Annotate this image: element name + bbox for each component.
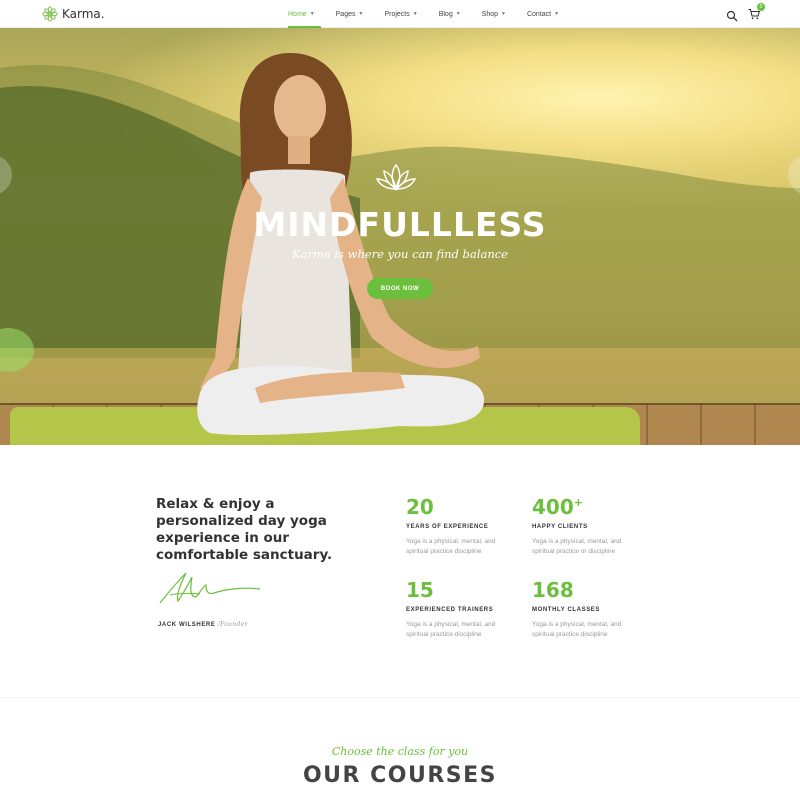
nav-label: Blog: [438, 10, 453, 18]
stat-clients: 400+ HAPPY CLIENTS Yoga is a physical, m…: [532, 496, 642, 557]
stat-label: EXPERIENCED TRAINERS: [406, 607, 494, 613]
stat-label: MONTHLY CLASSES: [532, 607, 601, 613]
courses-tagline: Choose the class for you: [331, 745, 469, 758]
founder-signature: [159, 572, 261, 604]
courses-heading: OUR COURSES: [302, 763, 498, 788]
stat-trainers: 15 EXPERIENCED TRAINERS Yoga is a physic…: [406, 579, 516, 640]
nav-item-home[interactable]: Home ▼: [286, 0, 325, 28]
nav-item-contact[interactable]: Contact ▼: [525, 0, 569, 28]
book-now-button[interactable]: BOOK NOW: [367, 278, 433, 299]
hero-subtitle: Karma is where you can find balance: [292, 247, 508, 261]
cart-button[interactable]: 0: [748, 3, 765, 25]
chevron-down-icon: ▼: [309, 11, 315, 17]
nav-label: Pages: [335, 10, 356, 18]
chevron-down-icon: ▼: [554, 11, 560, 17]
chevron-down-icon: ▼: [358, 11, 364, 17]
hero-slider: MINDFULLLESS Karma is where you can find…: [0, 28, 800, 445]
stat-classes: 168 MONTHLY CLASSES Yoga is a physical, …: [532, 579, 642, 640]
logo-text: Karma.: [62, 7, 105, 21]
intro-heading: Relax & enjoy a personalized day yoga ex…: [156, 496, 333, 563]
nav-item-projects[interactable]: Projects ▼: [382, 0, 427, 28]
search-icon[interactable]: [726, 10, 738, 22]
stat-description: Yoga is a physical, mental, and spiritua…: [406, 621, 496, 638]
stat-description: Yoga is a physical, mental, and spiritua…: [532, 621, 622, 638]
section-divider: [0, 697, 800, 698]
stat-number: 20: [406, 495, 434, 519]
hero-title: MINDFULLLESS: [253, 205, 547, 244]
nav-item-blog[interactable]: Blog ▼: [437, 0, 471, 28]
founder-credit: JACK WILSHERE /Founder: [158, 621, 248, 628]
chevron-down-icon: ▼: [455, 11, 461, 17]
chevron-down-icon: ▼: [412, 11, 418, 17]
stat-description: Yoga is a physical, mental, and spiritua…: [406, 538, 496, 555]
stat-label: YEARS OF EXPERIENCE: [406, 524, 489, 530]
stat-number: 15: [406, 578, 434, 602]
nav-item-pages[interactable]: Pages ▼: [334, 0, 374, 28]
nav-label: Shop: [481, 10, 499, 18]
stat-description: Yoga is a physical, mental, and spiritua…: [532, 538, 622, 555]
nav-label: Projects: [384, 10, 410, 18]
nav-label: Home: [288, 10, 307, 18]
founder-name: JACK WILSHERE: [158, 622, 216, 628]
stat-years: 20 YEARS OF EXPERIENCE Yoga is a physica…: [406, 496, 516, 557]
founder-role: /Founder: [217, 621, 248, 628]
stat-number: 400+: [532, 495, 583, 519]
nav-item-shop[interactable]: Shop ▼: [480, 0, 516, 28]
lotus-icon: [375, 163, 417, 191]
stat-label: HAPPY CLIENTS: [532, 524, 588, 530]
cart-count-badge: 0: [757, 3, 765, 11]
site-header: Karma. Home ▼ Pages ▼ Projects ▼ Blog ▼ Shop…: [0, 0, 800, 28]
nav-label: Contact: [526, 10, 552, 18]
flower-icon: [42, 6, 58, 22]
logo[interactable]: Karma.: [42, 6, 105, 22]
chevron-down-icon: ▼: [501, 11, 506, 17]
header-actions: 0: [726, 3, 765, 25]
main-nav: Home ▼ Pages ▼ Projects ▼ Blog ▼ Shop ▼ Conta…: [286, 0, 578, 28]
stat-number: 168: [532, 578, 574, 602]
